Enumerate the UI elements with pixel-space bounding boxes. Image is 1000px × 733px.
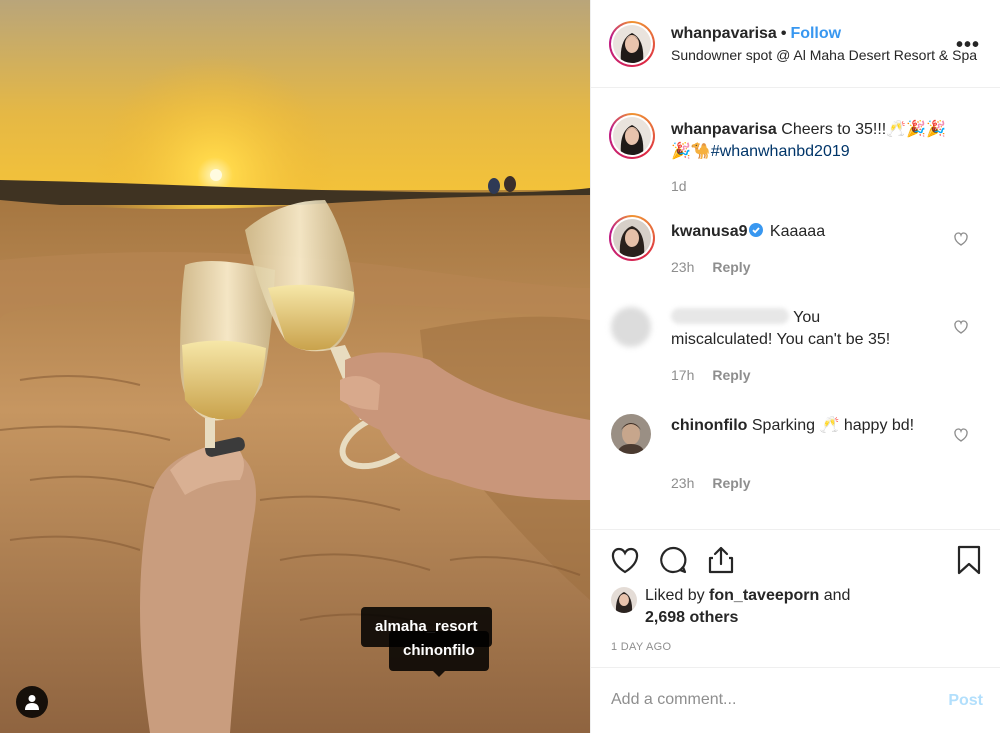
comment-text: You miscalculated! You can't be 35! <box>671 307 956 351</box>
liked-by-mid: and <box>819 587 851 604</box>
save-bookmark-icon[interactable] <box>953 544 985 576</box>
comment-body-line2: miscalculated! You can't be 35! <box>671 331 891 348</box>
like-heart-icon[interactable] <box>609 544 641 576</box>
comment-time: 1d <box>671 178 687 194</box>
follow-button[interactable]: Follow <box>790 25 841 42</box>
comment-username[interactable]: whanpavarisa <box>671 121 777 138</box>
comment-body: Cheers to 35!!!🥂🎉🎉 <box>776 121 946 138</box>
person-icon <box>25 695 39 710</box>
liked-by-text: Liked by fon_taveeporn and 2,698 others <box>645 585 850 629</box>
comment-bubble-icon[interactable] <box>657 544 689 576</box>
comments-list: whanpavarisa Cheers to 35!!!🥂🎉🎉 🎉🐪#whanw… <box>591 89 1000 529</box>
liked-by-prefix: Liked by <box>645 587 710 604</box>
post-actions: Liked by fon_taveeporn and 2,698 others … <box>591 529 1000 667</box>
comment-avatar[interactable] <box>611 414 651 454</box>
post-photo[interactable]: almaha_resort chinonfilo <box>0 0 590 733</box>
caption-avatar-image <box>613 117 651 155</box>
reply-button[interactable]: Reply <box>712 259 750 275</box>
comment-time: 23h <box>671 259 695 275</box>
like-comment-heart-icon[interactable] <box>953 319 969 335</box>
post-comment-button[interactable]: Post <box>948 692 983 710</box>
post-header: whanpavarisa • Follow Sundowner spot @ Al … <box>591 0 1000 88</box>
comment-body: Sparking 🥂 happy bd! <box>747 417 915 434</box>
comment-time: 17h <box>671 367 695 383</box>
caption-text: whanpavarisa Cheers to 35!!!🥂🎉🎉 🎉🐪#whanw… <box>671 119 956 163</box>
like-comment-heart-icon[interactable] <box>953 427 969 443</box>
comment-time: 23h <box>671 475 695 491</box>
comment-meta: 23h Reply <box>671 259 750 275</box>
post-timestamp[interactable]: 1 day ago <box>611 641 671 653</box>
liked-count-link[interactable]: 2,698 others <box>645 609 738 626</box>
post-side-panel: whanpavarisa • Follow Sundowner spot @ Al … <box>590 0 1000 733</box>
add-comment-bar: Post <box>591 667 1000 733</box>
add-comment-input[interactable] <box>611 691 911 709</box>
comment-meta: 17h Reply <box>671 367 750 383</box>
author-avatar[interactable] <box>609 21 655 67</box>
reply-button[interactable]: Reply <box>712 367 750 383</box>
kwanusa9-avatar-image <box>613 219 651 257</box>
author-avatar-image <box>613 25 651 63</box>
header-username[interactable]: whanpavarisa <box>671 25 777 42</box>
caption-avatar[interactable] <box>609 113 655 159</box>
share-icon[interactable] <box>705 544 737 576</box>
blurred-username[interactable] <box>671 308 789 324</box>
comment-text: chinonfilo Sparking 🥂 happy bd! <box>671 415 916 437</box>
like-comment-heart-icon[interactable] <box>953 231 969 247</box>
liked-by-avatar[interactable] <box>611 587 637 613</box>
location-link[interactable]: Sundowner spot @ Al Maha Desert Resort &… <box>671 47 981 63</box>
comment-body-line1: You <box>789 309 821 326</box>
caption-comment: whanpavarisa Cheers to 35!!!🥂🎉🎉 🎉🐪#whanw… <box>591 89 1000 209</box>
photo-tag-chinonfilo[interactable]: chinonfilo <box>389 631 489 677</box>
tagged-users-button[interactable] <box>16 686 48 718</box>
comment-item: chinonfilo Sparking 🥂 happy bd! 23h Reply <box>591 409 1000 517</box>
comment-meta: 23h Reply <box>671 475 750 491</box>
header-dot: • <box>780 25 787 42</box>
comment-username[interactable]: chinonfilo <box>671 417 747 434</box>
comment-item: You miscalculated! You can't be 35! 17h R… <box>591 301 1000 409</box>
header-username-row: whanpavarisa • Follow <box>671 25 841 43</box>
verified-badge-icon <box>749 223 764 237</box>
comment-item: kwanusa9 Kaaaaa 23h Reply <box>591 209 1000 301</box>
liked-by-user[interactable]: fon_taveeporn <box>709 587 819 604</box>
comment-avatar-blurred[interactable] <box>611 307 651 347</box>
desert-scene-image <box>0 0 590 733</box>
comment-text: kwanusa9 Kaaaaa <box>671 221 956 243</box>
comment-body: Kaaaaa <box>765 223 826 240</box>
comment-username[interactable]: kwanusa9 <box>671 223 747 240</box>
liked-by-avatar-image <box>611 587 637 613</box>
comment-body-emoji: 🎉🐪 <box>671 143 711 160</box>
hashtag-link[interactable]: #whanwhanbd2019 <box>711 143 850 160</box>
chinonfilo-avatar-image <box>611 414 651 454</box>
more-options-icon[interactable]: ••• <box>956 34 980 57</box>
comment-avatar[interactable] <box>609 215 655 261</box>
reply-button[interactable]: Reply <box>712 475 750 491</box>
